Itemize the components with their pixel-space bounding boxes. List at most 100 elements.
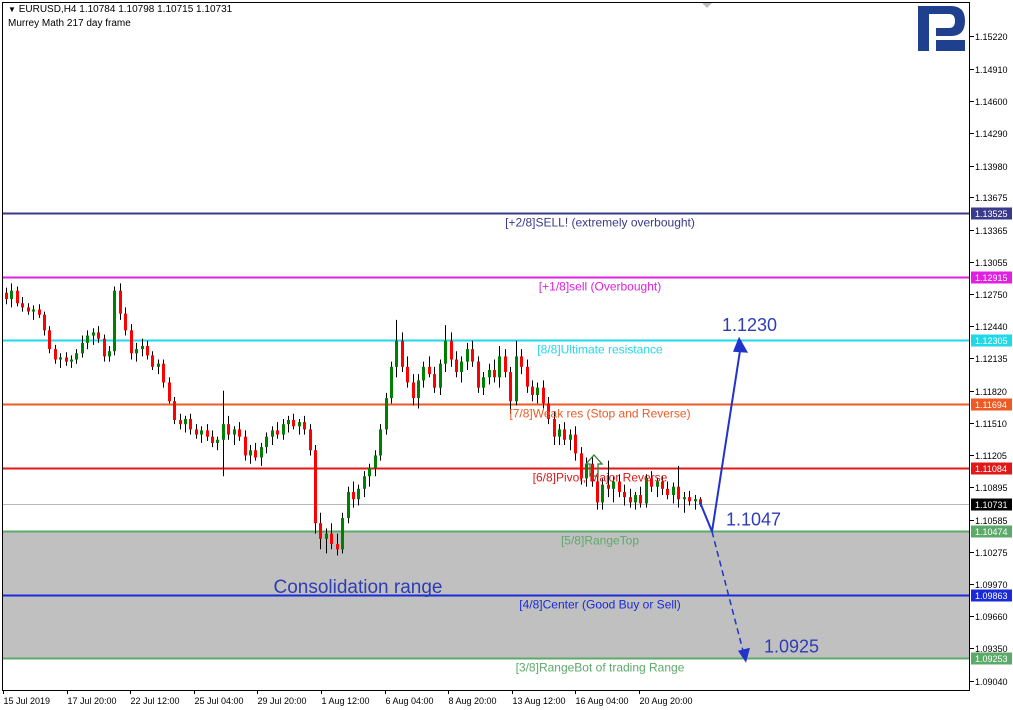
candle-body <box>466 349 469 362</box>
candle-body <box>48 330 51 350</box>
candle-body <box>233 429 236 435</box>
current-price-badge-text: 1.10731 <box>975 500 1008 510</box>
y-tick-label: 1.12440 <box>975 322 1008 332</box>
y-tick-label: 1.14600 <box>975 97 1008 107</box>
candle-body <box>531 386 534 395</box>
level-price-badge-text: 1.12305 <box>975 336 1008 346</box>
candle-body <box>385 398 388 430</box>
candle-body <box>92 332 95 336</box>
candle-body <box>146 345 149 356</box>
candle-body <box>65 357 68 362</box>
x-tick-label: 22 Jul 12:00 <box>131 696 180 706</box>
candle-body <box>347 491 350 518</box>
level-label: [+2/8]SELL! (extremely overbought) <box>505 216 695 230</box>
candle-body <box>189 418 192 430</box>
candle-body <box>694 499 697 502</box>
candle-body <box>374 455 377 468</box>
logo-icon <box>918 6 965 51</box>
candle-body <box>596 481 599 503</box>
candle-body <box>460 361 463 373</box>
candle-body <box>282 424 285 435</box>
candle-body <box>81 342 84 354</box>
level-label: [8/8]Ultimate resistance <box>537 343 663 357</box>
candle-body <box>428 366 431 375</box>
candle-body <box>488 369 491 378</box>
candle-body <box>330 533 333 545</box>
candle-body <box>5 292 8 300</box>
dropdown-triangle-icon[interactable]: ▼ <box>8 5 16 14</box>
candle-body <box>135 349 138 354</box>
candle-body <box>504 356 507 373</box>
candle-body <box>168 382 171 402</box>
candle-body <box>70 359 73 362</box>
target-label: 1.1047 <box>726 510 781 530</box>
x-tick-label: 25 Jul 04:00 <box>195 696 244 706</box>
symbol-quote-line: EURUSD,H4 1.10784 1.10798 1.10715 1.1073… <box>18 4 233 15</box>
price-chart[interactable]: 1.1230 1.1047 1.0925 1.15220 1.14910 1.14600… <box>0 0 1013 710</box>
x-tick-label: 16 Aug 04:00 <box>576 696 629 706</box>
candle-body <box>113 290 116 352</box>
candle-body <box>157 363 160 367</box>
y-tick-label: 1.11510 <box>975 419 1007 429</box>
y-tick-label: 1.14910 <box>975 65 1008 75</box>
y-tick-label: 1.09040 <box>975 677 1008 687</box>
candle-body <box>244 436 247 456</box>
level-label: [+1/8]sell (Overbought) <box>539 280 661 294</box>
x-tick-label: 20 Aug 20:00 <box>640 696 693 706</box>
candle-body <box>363 476 366 489</box>
candle-body <box>276 430 279 435</box>
x-tick-label: 29 Jul 20:00 <box>258 696 307 706</box>
candle-body <box>216 439 219 443</box>
candle-body <box>151 355 154 367</box>
candle-body <box>271 430 274 437</box>
candle-body <box>298 422 301 427</box>
consolidation-label: Consolidation range <box>273 577 442 598</box>
level-label: [6/8]Pivot, Major Reverse <box>533 471 668 485</box>
candle-body <box>639 495 642 504</box>
x-tick-label: 13 Aug 12:00 <box>513 696 566 706</box>
candle-body <box>309 429 312 451</box>
y-tick-label: 1.14290 <box>975 129 1008 139</box>
level-label: [3/8]RangeBot of trading Range <box>516 661 685 675</box>
candle-body <box>184 418 187 425</box>
candle-body <box>526 366 529 387</box>
price-axis[interactable]: 1.15220 1.14910 1.14600 1.14290 1.13980 1.136… <box>970 32 1012 687</box>
candle-body <box>439 363 442 388</box>
level-label: [7/8]Weak res (Stop and Reverse) <box>509 407 690 421</box>
candle-body <box>688 497 691 502</box>
candle-body <box>623 491 626 498</box>
candle-body <box>450 340 453 360</box>
candle-body <box>569 434 572 440</box>
candle-body <box>162 363 165 383</box>
candle-body <box>325 533 328 539</box>
candle-body <box>260 447 263 458</box>
candle-body <box>43 314 46 331</box>
y-tick-label: 1.13365 <box>975 226 1008 236</box>
x-tick-label: 1 Aug 12:00 <box>322 696 370 706</box>
candle-body <box>265 436 268 448</box>
candle-body <box>222 424 225 440</box>
candle-body <box>27 307 30 312</box>
y-tick-label: 1.13055 <box>975 258 1008 268</box>
candle-body <box>666 488 669 496</box>
y-tick-label: 1.10275 <box>975 548 1008 558</box>
candle-body <box>206 430 209 437</box>
candle-body <box>553 418 556 437</box>
candle-body <box>406 366 409 383</box>
x-tick-label: 17 Jul 20:00 <box>68 696 117 706</box>
candle-body <box>498 356 501 378</box>
candle-body <box>683 497 686 500</box>
candle-body <box>444 340 447 364</box>
level-price-badge-text: 1.13525 <box>975 209 1008 219</box>
candle-body <box>59 357 62 360</box>
y-tick-label: 1.13675 <box>975 193 1008 203</box>
candle-body <box>195 429 198 435</box>
candle-body <box>124 313 127 331</box>
level-price-badge-text: 1.09863 <box>975 591 1008 601</box>
candle-body <box>574 434 577 454</box>
y-tick-label: 1.12135 <box>975 354 1008 364</box>
symbol-header: ▼ EURUSD,H4 1.10784 1.10798 1.10715 1.10… <box>8 4 232 15</box>
candle-body <box>379 429 382 456</box>
level-price-badge-text: 1.10474 <box>975 527 1008 537</box>
candle-body <box>601 484 604 503</box>
